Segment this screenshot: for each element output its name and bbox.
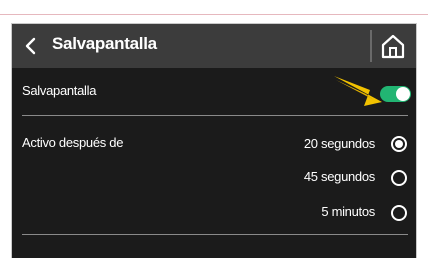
- option-45-seconds-radio[interactable]: [391, 170, 407, 186]
- page-top-divider: [0, 0, 428, 15]
- option-20-seconds-label[interactable]: 20 segundos: [255, 136, 375, 151]
- toggle-knob: [396, 87, 410, 101]
- header-divider: [370, 30, 372, 62]
- back-chevron-icon[interactable]: [24, 37, 38, 55]
- page-title: Salvapantalla: [52, 34, 157, 53]
- row-separator-bottom: [22, 234, 408, 235]
- option-20-seconds-radio[interactable]: [391, 136, 407, 152]
- active-after-label: Activo después de: [22, 135, 124, 150]
- header-bar: Salvapantalla: [12, 24, 416, 68]
- option-45-seconds-label[interactable]: 45 segundos: [255, 169, 375, 184]
- option-5-minutes-label[interactable]: 5 minutos: [255, 204, 375, 219]
- screensaver-label: Salvapantalla: [22, 83, 97, 98]
- row-separator: [22, 115, 408, 116]
- home-icon[interactable]: [380, 33, 406, 59]
- option-5-minutes-radio[interactable]: [391, 205, 407, 221]
- pointer-arrow-icon: [334, 76, 382, 106]
- settings-screen: Salvapantalla Salvapantalla Activo despu…: [11, 23, 417, 258]
